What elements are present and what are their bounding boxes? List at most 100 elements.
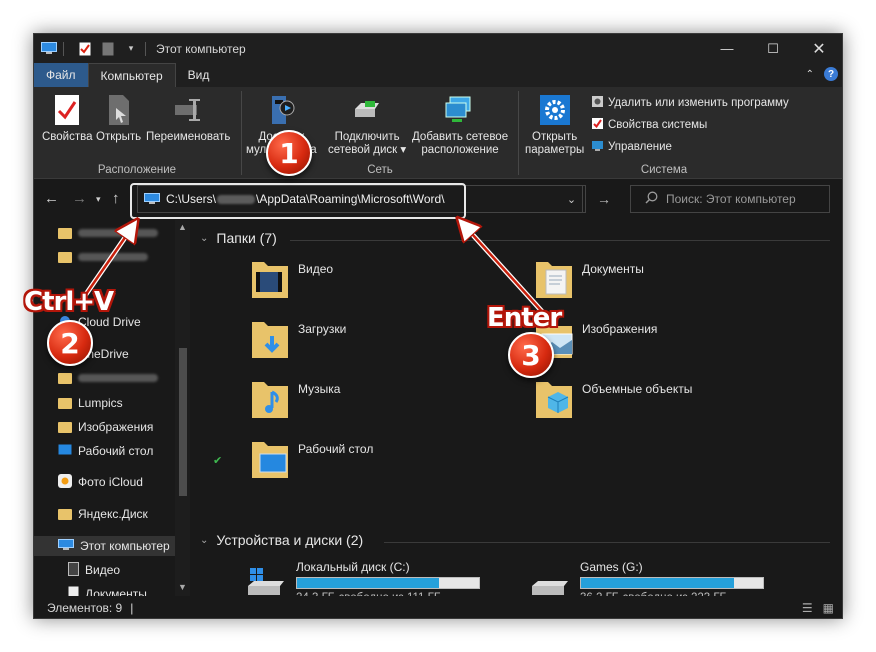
address-bar-highlight xyxy=(130,183,466,219)
folder-icon xyxy=(58,397,72,409)
address-dropdown-icon[interactable]: ⌄ xyxy=(558,185,586,213)
drives-section-header[interactable]: ⌄ Устройства и диски (2) xyxy=(200,532,363,548)
nav-item-desktop[interactable]: Рабочий стол xyxy=(58,441,153,461)
blurred-label xyxy=(78,229,158,237)
section-divider xyxy=(290,240,830,241)
new-folder-quick-icon[interactable] xyxy=(100,42,116,56)
properties-button[interactable]: Свойства xyxy=(42,93,93,144)
tab-file[interactable]: Файл xyxy=(34,63,88,87)
folder-3d-objects[interactable]: Объемные объекты xyxy=(534,376,692,420)
nav-item-blurred[interactable] xyxy=(58,368,158,388)
folders-section-header[interactable]: ⌄ Папки (7) xyxy=(200,230,277,246)
properties-quick-icon[interactable] xyxy=(77,42,93,56)
open-button[interactable]: Открыть xyxy=(96,93,141,144)
details-view-icon[interactable]: ☰ xyxy=(802,601,813,615)
customize-dropdown-icon[interactable]: ▾ xyxy=(123,42,139,56)
search-input[interactable]: Поиск: Этот компьютер xyxy=(630,185,830,213)
ribbon: Свойства Открыть Переименовать Расположе… xyxy=(34,87,842,179)
help-icon[interactable]: ? xyxy=(824,67,838,81)
drive-c-usage-fill xyxy=(297,578,439,588)
computer-icon xyxy=(58,538,74,554)
nav-item-video[interactable]: Видео xyxy=(68,560,120,580)
explorer-window: ▾ Этот компьютер — ☐ ✕ Файл Компьютер Ви… xyxy=(33,33,843,619)
items-count: Элементов: 9 xyxy=(47,601,123,615)
sync-check-icon: ✔ xyxy=(213,455,223,467)
group-label-location: Расположение xyxy=(97,164,177,176)
content-area: ⌄ Папки (7) Видео Загрузки Музыка Рабочи… xyxy=(194,220,842,604)
step-2-badge: 2 xyxy=(47,320,93,366)
manage-icon xyxy=(591,139,604,155)
nav-item-blurred[interactable] xyxy=(58,247,148,267)
icloud-photos-icon xyxy=(58,473,72,491)
forward-arrow-icon[interactable]: → xyxy=(72,190,87,207)
desktop-icon xyxy=(58,444,72,458)
drive-g-usage-fill xyxy=(581,578,734,588)
tab-view[interactable]: Вид xyxy=(176,63,222,87)
nav-item-yandex-disk[interactable]: Яндекс.Диск xyxy=(58,504,148,524)
tab-computer[interactable]: Компьютер xyxy=(87,63,176,87)
minimize-icon[interactable]: — xyxy=(704,34,750,63)
close-icon[interactable]: ✕ xyxy=(796,34,842,63)
documents-folder-icon xyxy=(534,256,574,300)
maximize-icon[interactable]: ☐ xyxy=(750,34,796,63)
folder-icon xyxy=(58,372,72,384)
open-settings-button[interactable]: Открыть параметры xyxy=(525,93,584,157)
properties-icon xyxy=(50,93,84,127)
nav-item-this-pc[interactable]: Этот компьютер xyxy=(34,536,175,556)
scroll-up-icon[interactable]: ▲ xyxy=(178,222,187,232)
nav-item-images[interactable]: Изображения xyxy=(58,417,153,437)
back-arrow-icon[interactable]: ← xyxy=(44,190,59,207)
go-arrow-icon[interactable]: → xyxy=(590,185,618,213)
windows-drive-icon xyxy=(246,568,286,598)
nav-scrollbar[interactable]: ▲ ▼ xyxy=(175,220,190,596)
network-drive-icon xyxy=(350,93,384,127)
search-icon xyxy=(645,191,658,207)
scroll-thumb[interactable] xyxy=(179,348,187,496)
ribbon-tabs: Файл Компьютер Вид ⌃ ? xyxy=(34,63,842,87)
computer-icon[interactable] xyxy=(41,42,57,56)
group-label-system: Система xyxy=(640,164,688,176)
drive-g-usage-bar xyxy=(580,577,764,589)
folder-downloads[interactable]: Загрузки xyxy=(250,316,346,360)
manage-link[interactable]: Управление xyxy=(591,139,672,155)
recent-dropdown-icon[interactable]: ▾ xyxy=(96,194,101,205)
blurred-label xyxy=(78,253,148,261)
tiles-view-icon[interactable]: ▦ xyxy=(823,601,834,615)
folder-documents[interactable]: Документы xyxy=(534,256,644,300)
rename-button[interactable]: Переименовать xyxy=(146,93,230,144)
uninstall-icon xyxy=(591,95,604,111)
scroll-down-icon[interactable]: ▼ xyxy=(178,582,187,592)
step-1-badge: 1 xyxy=(266,130,312,176)
chevron-down-icon: ⌄ xyxy=(200,534,209,546)
video-icon xyxy=(68,561,79,579)
media-server-icon xyxy=(264,93,298,127)
chevron-down-icon: ⌄ xyxy=(200,232,209,244)
system-properties-link[interactable]: Свойства системы xyxy=(591,117,707,133)
nav-item-blurred[interactable] xyxy=(58,223,158,243)
uninstall-program-link[interactable]: Удалить или изменить программу xyxy=(591,95,789,111)
navigation-pane: Cloud Drive OneDrive Lumpics Изображения… xyxy=(34,220,190,618)
folder-music[interactable]: Музыка xyxy=(250,376,340,420)
title-divider xyxy=(63,41,64,56)
up-arrow-icon[interactable]: ↑ xyxy=(112,190,120,207)
nav-item-lumpics[interactable]: Lumpics xyxy=(58,393,123,413)
folder-icon xyxy=(58,421,72,433)
open-icon xyxy=(102,93,136,127)
nav-item-icloud-photos[interactable]: Фото iCloud xyxy=(58,472,143,492)
drive-g-name: Games (G:) xyxy=(580,560,643,574)
rename-icon xyxy=(171,93,205,127)
status-bar: Элементов: 9 | ☰ ▦ xyxy=(34,596,842,618)
enter-label: Enter xyxy=(487,303,562,333)
ctrl-v-label: Ctrl+V xyxy=(24,287,114,317)
3d-objects-folder-icon xyxy=(534,376,574,420)
map-network-drive-button[interactable]: Подключить сетевой диск ▾ xyxy=(328,93,406,157)
title-divider xyxy=(145,41,146,56)
folder-desktop[interactable]: Рабочий стол xyxy=(250,436,373,480)
video-folder-icon xyxy=(250,256,290,300)
add-network-location-button[interactable]: Добавить сетевое расположение xyxy=(412,93,508,157)
gear-icon xyxy=(538,93,572,127)
downloads-folder-icon xyxy=(250,316,290,360)
folder-video[interactable]: Видео xyxy=(250,256,333,300)
collapse-ribbon-icon[interactable]: ⌃ xyxy=(806,69,814,80)
title-bar: ▾ Этот компьютер — ☐ ✕ xyxy=(34,34,842,63)
